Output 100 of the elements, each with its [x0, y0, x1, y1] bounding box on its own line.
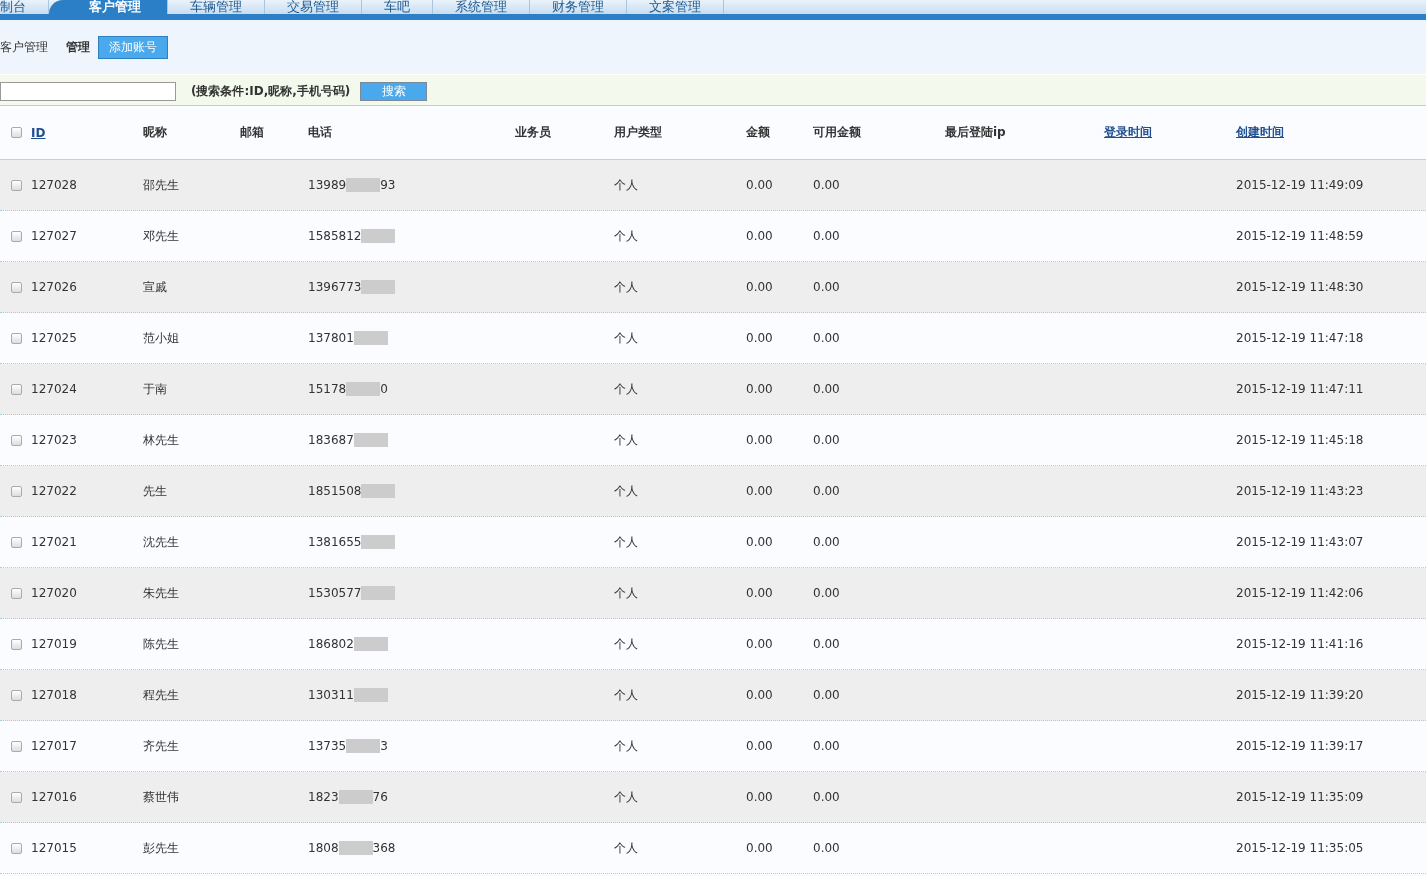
table-cell-text: 个人	[614, 227, 639, 245]
column-header-link[interactable]: 登录时间	[1104, 124, 1236, 141]
table-cell-text: 0.00	[813, 535, 841, 549]
checkbox[interactable]	[11, 536, 22, 548]
checkbox[interactable]	[11, 383, 22, 395]
table-cell-text: 邓先生	[143, 227, 180, 245]
checkbox[interactable]	[11, 485, 22, 497]
table-cell-text: 2015-12-19 11:43:07	[1236, 535, 1365, 549]
checkbox[interactable]	[11, 230, 22, 242]
table-cell-text: 0.00	[746, 331, 774, 345]
redaction-blur	[353, 433, 388, 447]
table-cell-text: 蔡世伟	[143, 788, 180, 806]
table-cell-text: 于南	[143, 380, 168, 398]
table-cell-text: 2015-12-19 11:47:11	[1236, 382, 1365, 396]
checkbox[interactable]	[11, 281, 22, 293]
table-cell-text: 2015-12-19 11:35:09	[1236, 790, 1365, 804]
table-cell-text: 0.00	[746, 382, 774, 396]
table-cell-text: 齐先生	[143, 737, 180, 755]
table-cell-text: 127021	[31, 535, 78, 549]
table-cell-text: 2015-12-19 11:48:30	[1236, 280, 1365, 294]
table-cell: 93	[380, 178, 396, 192]
table-cell-text: 沈先生	[143, 533, 180, 551]
redaction-blur	[353, 688, 388, 702]
table-cell-text: 2015-12-19 11:39:20	[1236, 688, 1365, 702]
table-cell-text: 个人	[614, 533, 639, 551]
nav-tab[interactable]: 系统管理	[433, 0, 530, 14]
table-cell-text: 彭先生	[143, 839, 180, 857]
breadcrumb-section: 客户管理	[0, 38, 48, 56]
table-cell-text: 0.00	[813, 841, 841, 855]
table-cell-text: 127023	[31, 433, 78, 447]
checkbox[interactable]	[11, 127, 22, 138]
table-cell-text: 个人	[614, 278, 639, 296]
table-cell-text: 0.00	[813, 229, 841, 243]
table-cell: 15178	[308, 382, 347, 396]
checkbox[interactable]	[11, 587, 22, 599]
table-cell-text: 范小姐	[143, 329, 180, 347]
table-cell-text: 朱先生	[143, 584, 180, 602]
search-hint: (搜索条件:ID,昵称,手机号码)	[191, 82, 351, 100]
nav-tab[interactable]: 客户管理	[49, 0, 168, 14]
table-cell-text: 0.00	[746, 739, 774, 753]
table-cell-text: 个人	[614, 635, 639, 653]
table-cell-text: 127024	[31, 382, 78, 396]
table-cell: 1808	[308, 841, 339, 855]
checkbox[interactable]	[11, 638, 22, 650]
table-cell-text: 2015-12-19 11:45:18	[1236, 433, 1365, 447]
table-cell-text: 个人	[614, 788, 639, 806]
checkbox[interactable]	[11, 332, 22, 344]
table-cell-text: 2015-12-19 11:43:23	[1236, 484, 1365, 498]
table-cell-text: 个人	[614, 380, 639, 398]
table-cell: 13735	[308, 739, 347, 753]
nav-tab[interactable]: 制台	[0, 0, 49, 14]
column-header: 业务员	[515, 124, 552, 141]
table-cell-text: 0.00	[813, 739, 841, 753]
nav-tab[interactable]: 财务管理	[530, 0, 627, 14]
checkbox[interactable]	[11, 842, 22, 854]
table-cell-text: 个人	[614, 176, 639, 194]
column-header: 电话	[308, 124, 333, 141]
column-header-link[interactable]: ID	[31, 125, 143, 140]
table-cell-text: 宣戚	[143, 278, 168, 296]
checkbox[interactable]	[11, 740, 22, 752]
column-header-link[interactable]: 创建时间	[1236, 124, 1426, 141]
table-cell: 76	[372, 790, 388, 804]
table-cell-text: 0.00	[813, 433, 841, 447]
table-cell-text: 陈先生	[143, 635, 180, 653]
table-cell-text: 0.00	[813, 484, 841, 498]
table-cell-text: 个人	[614, 686, 639, 704]
table-cell: 368	[372, 841, 396, 855]
checkbox[interactable]	[11, 689, 22, 701]
table-cell: 0	[380, 382, 388, 396]
checkbox[interactable]	[11, 434, 22, 446]
table-cell-text: 0.00	[813, 637, 841, 651]
table-cell-text: 个人	[614, 329, 639, 347]
redaction-blur	[361, 586, 396, 600]
redaction-blur	[346, 382, 381, 396]
table-cell-text: 个人	[614, 584, 639, 602]
table-cell-text: 127026	[31, 280, 78, 294]
table-cell-text: 邵先生	[143, 176, 180, 194]
redaction-blur	[338, 841, 373, 855]
table-cell-text: 个人	[614, 737, 639, 755]
nav-tab[interactable]: 车吧	[362, 0, 433, 14]
table-cell: 1381655	[308, 535, 362, 549]
search-field[interactable]	[0, 81, 176, 101]
table-cell: 137801	[308, 331, 354, 345]
table-cell: 1851508	[308, 484, 362, 498]
redaction-blur	[361, 229, 396, 243]
table-cell-text: 127022	[31, 484, 78, 498]
table-cell: 1823	[308, 790, 339, 804]
table-cell-text: 0.00	[746, 433, 774, 447]
redaction-blur	[338, 790, 373, 804]
column-header: 邮箱	[240, 124, 265, 141]
table-cell-text: 127017	[31, 739, 78, 753]
nav-tab[interactable]: 车辆管理	[168, 0, 265, 14]
nav-tab[interactable]: 文案管理	[627, 0, 724, 14]
redaction-blur	[346, 178, 381, 192]
table-cell-text: 127015	[31, 841, 78, 855]
checkbox[interactable]	[11, 791, 22, 803]
checkbox[interactable]	[11, 179, 22, 191]
table-cell-text: 127028	[31, 178, 78, 192]
table-cell-text: 0.00	[746, 178, 774, 192]
nav-tab[interactable]: 交易管理	[265, 0, 362, 14]
